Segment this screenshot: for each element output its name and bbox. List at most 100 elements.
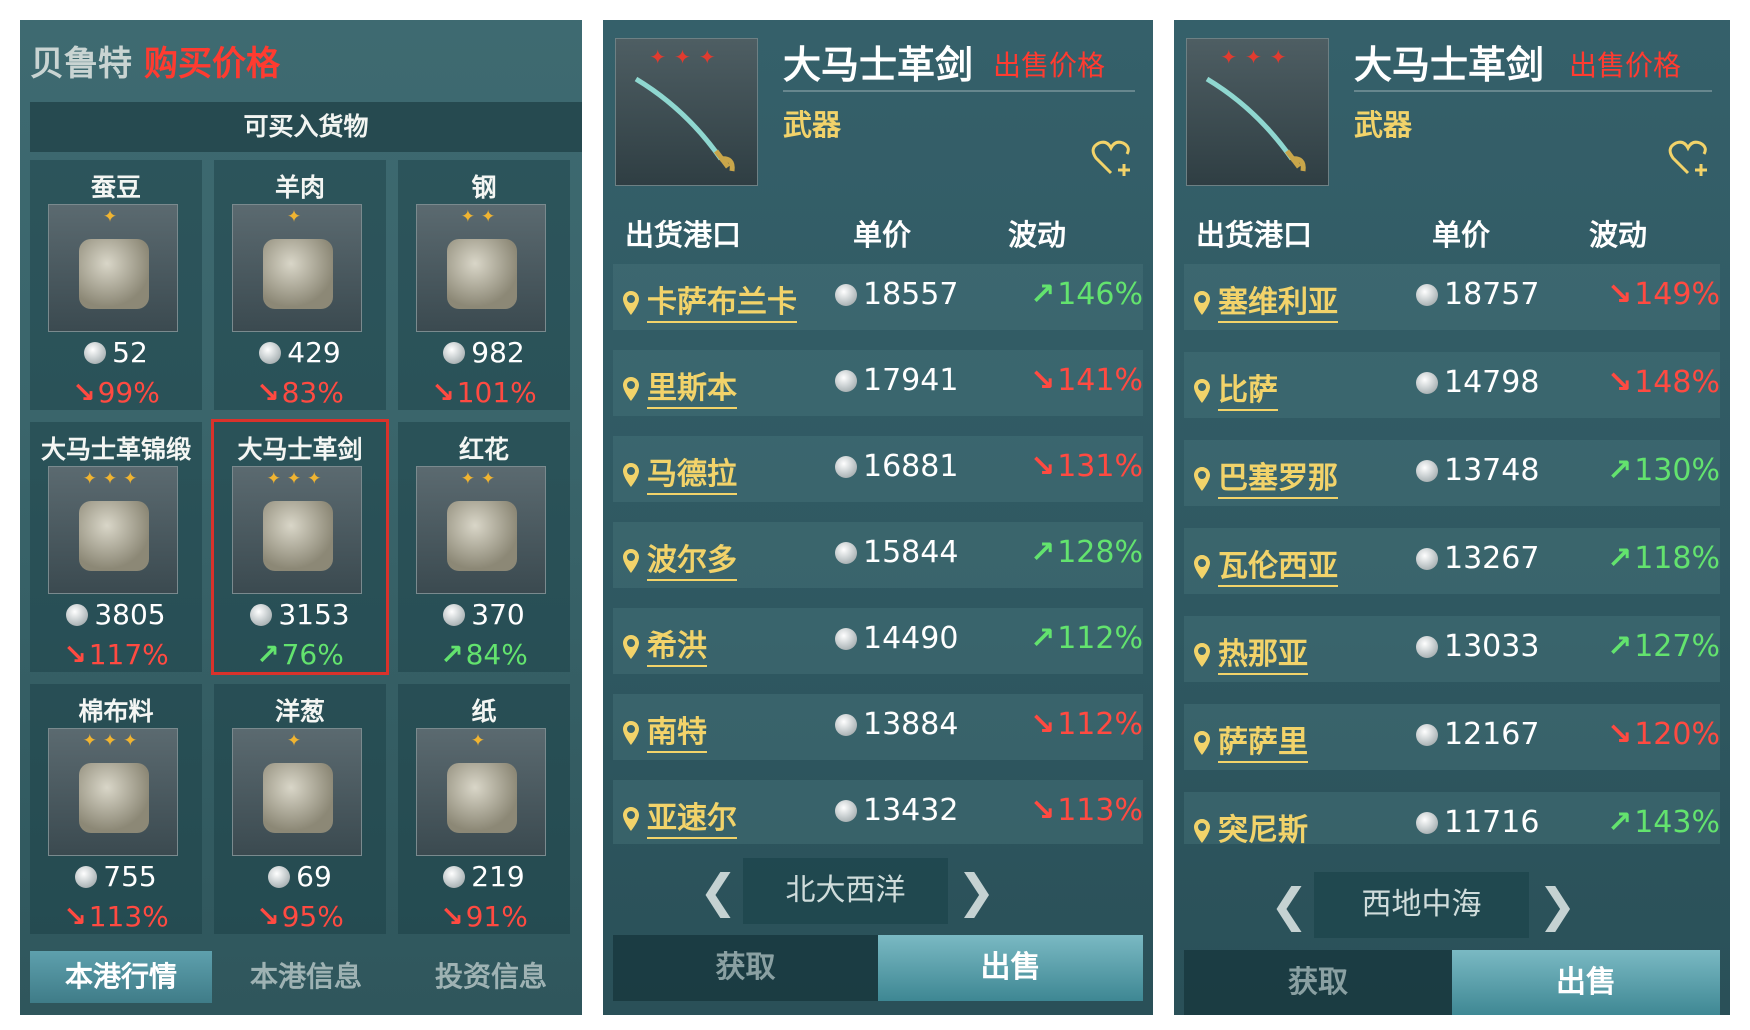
goods-card[interactable]: 纸 ✦ 219 ↘91%	[398, 684, 570, 934]
port-name: 热那亚	[1218, 637, 1308, 675]
port-link[interactable]: 马德拉	[623, 449, 737, 495]
port-link[interactable]: 希洪	[623, 621, 707, 667]
unit-price: 13748	[1416, 453, 1539, 488]
port-link[interactable]: 巴塞罗那	[1194, 453, 1338, 499]
rarity-stars: ✦	[470, 731, 492, 751]
silver-coin-icon	[443, 342, 466, 364]
silver-coin-icon	[835, 714, 857, 736]
port-row[interactable]: 塞维利亚 18757 ↘149%	[1184, 264, 1720, 330]
location-pin-icon	[623, 807, 639, 831]
port-row[interactable]: 亚速尔 13432 ↘113%	[613, 780, 1143, 844]
port-row[interactable]: 波尔多 15844 ↗128%	[613, 522, 1143, 588]
price-change: ↗143%	[1607, 805, 1720, 840]
goods-card[interactable]: 蚕豆 ✦ 52 ↘99%	[30, 160, 202, 410]
port-link[interactable]: 波尔多	[623, 535, 737, 581]
trend-down-arrow-icon: ↘	[1030, 449, 1056, 484]
trend-down-arrow-icon: ↘	[72, 376, 96, 409]
tab-port-info[interactable]: 本港信息	[215, 951, 397, 1003]
price-change: ↗84%	[440, 638, 528, 671]
silver-coin-icon	[835, 284, 857, 306]
port-row[interactable]: 卡萨布兰卡 18557 ↗146%	[613, 264, 1143, 330]
port-link[interactable]: 塞维利亚	[1194, 277, 1338, 323]
port-name: 萨萨里	[1218, 725, 1308, 763]
location-pin-icon	[1194, 819, 1210, 843]
port-row[interactable]: 希洪 14490 ↗112%	[613, 608, 1143, 674]
port-row[interactable]: 南特 13884 ↘112%	[613, 694, 1143, 760]
goods-price: 429	[214, 336, 386, 369]
port-link[interactable]: 里斯本	[623, 363, 737, 409]
sell-button[interactable]: 出售	[878, 935, 1143, 1001]
column-header-change: 波动	[1008, 218, 1067, 252]
price-change: ↘113%	[1030, 793, 1143, 828]
goods-image: ✦	[48, 204, 178, 332]
tab-port-market[interactable]: 本港行情	[30, 951, 212, 1003]
trend-down-arrow-icon: ↘	[1030, 363, 1056, 398]
region-name: 北大西洋	[743, 858, 948, 924]
port-link[interactable]: 热那亚	[1194, 629, 1308, 675]
goods-name: 纸	[471, 697, 497, 726]
broad-beans-icon	[79, 239, 149, 309]
goods-card[interactable]: 棉布料 ✦✦✦ 755 ↘113%	[30, 684, 202, 934]
sell-price-panel-north-atlantic: ✦✦✦ 大马士革剑 出售价格 武器 出货港口 单价 波动 卡萨布兰卡 18557 ↗…	[603, 20, 1153, 1015]
goods-price: 755	[30, 860, 202, 893]
goods-card[interactable]: 钢 ✦✦ 982 ↘101%	[398, 160, 570, 410]
port-row[interactable]: 热那亚 13033 ↗127%	[1184, 616, 1720, 682]
get-button[interactable]: 获取	[613, 935, 878, 1001]
next-region-chevron-icon[interactable]: ❯	[1538, 878, 1577, 932]
port-link[interactable]: 南特	[623, 707, 707, 753]
unit-price: 16881	[835, 449, 958, 484]
city-name: 贝鲁特	[30, 44, 132, 84]
tab-investment-info[interactable]: 投资信息	[400, 951, 582, 1003]
port-link[interactable]: 瓦伦西亚	[1194, 541, 1338, 587]
port-row[interactable]: 萨萨里 12167 ↘120%	[1184, 704, 1720, 770]
favorite-heart-icon[interactable]	[1668, 138, 1712, 178]
port-row[interactable]: 马德拉 16881 ↘131%	[613, 436, 1143, 502]
trend-down-arrow-icon: ↘	[1607, 277, 1633, 312]
get-button[interactable]: 获取	[1184, 950, 1452, 1015]
port-price-list[interactable]: 卡萨布兰卡 18557 ↗146% 里斯本 17941 ↘141% 马德拉 16881 ↘131…	[613, 264, 1143, 844]
port-row[interactable]: 瓦伦西亚 13267 ↗118%	[1184, 528, 1720, 594]
port-row[interactable]: 比萨 14798 ↘148%	[1184, 352, 1720, 418]
goods-card[interactable]: 羊肉 ✦ 429 ↘83%	[214, 160, 386, 410]
price-change: ↘141%	[1030, 363, 1143, 398]
goods-price: 3153	[214, 598, 386, 631]
goods-card[interactable]: 洋葱 ✦ 69 ↘95%	[214, 684, 386, 934]
item-category: 武器	[1354, 108, 1413, 142]
goods-name: 棉布料	[78, 697, 154, 726]
prev-region-chevron-icon[interactable]: ❮	[699, 864, 738, 918]
port-row[interactable]: 巴塞罗那 13748 ↗130%	[1184, 440, 1720, 506]
port-link[interactable]: 比萨	[1194, 365, 1278, 411]
port-price-list[interactable]: 塞维利亚 18757 ↘149% 比萨 14798 ↘148% 巴塞罗那 13748 ↗130%…	[1184, 264, 1720, 844]
price-change: ↘101%	[431, 376, 537, 409]
port-link[interactable]: 卡萨布兰卡	[623, 277, 797, 323]
goods-card[interactable]: 大马士革锦缎 ✦✦✦ 3805 ↘117%	[30, 422, 202, 672]
trend-down-arrow-icon: ↘	[256, 900, 280, 933]
goods-card[interactable]: 红花 ✦✦ 370 ↗84%	[398, 422, 570, 672]
steel-icon	[447, 239, 517, 309]
trend-down-arrow-icon: ↘	[1030, 707, 1056, 742]
unit-price: 13267	[1416, 541, 1539, 576]
next-region-chevron-icon[interactable]: ❯	[957, 864, 996, 918]
buy-price-label: 购买价格	[144, 44, 280, 84]
port-row[interactable]: 突尼斯 11716 ↗143%	[1184, 792, 1720, 844]
favorite-heart-icon[interactable]	[1091, 138, 1135, 178]
divider	[1354, 90, 1712, 92]
location-pin-icon	[1194, 467, 1210, 491]
rarity-stars: ✦✦✦	[1220, 45, 1295, 69]
sell-button[interactable]: 出售	[1452, 950, 1720, 1015]
goods-card[interactable]: 大马士革剑 ✦✦✦ 3153 ↗76%	[211, 419, 389, 675]
port-row[interactable]: 里斯本 17941 ↘141%	[613, 350, 1143, 416]
prev-region-chevron-icon[interactable]: ❮	[1270, 878, 1309, 932]
trend-up-arrow-icon: ↗	[1607, 541, 1633, 576]
goods-name: 大马士革锦缎	[40, 435, 191, 464]
column-header-port: 出货港口	[625, 218, 742, 252]
price-change: ↘148%	[1607, 365, 1720, 400]
port-link[interactable]: 萨萨里	[1194, 717, 1308, 763]
port-link[interactable]: 突尼斯	[1194, 805, 1308, 844]
silver-coin-icon	[835, 456, 857, 478]
silver-coin-icon	[1416, 372, 1438, 394]
trend-up-arrow-icon: ↗	[256, 638, 280, 671]
port-link[interactable]: 亚速尔	[623, 793, 737, 839]
location-pin-icon	[623, 463, 639, 487]
price-change: ↘95%	[256, 900, 344, 933]
